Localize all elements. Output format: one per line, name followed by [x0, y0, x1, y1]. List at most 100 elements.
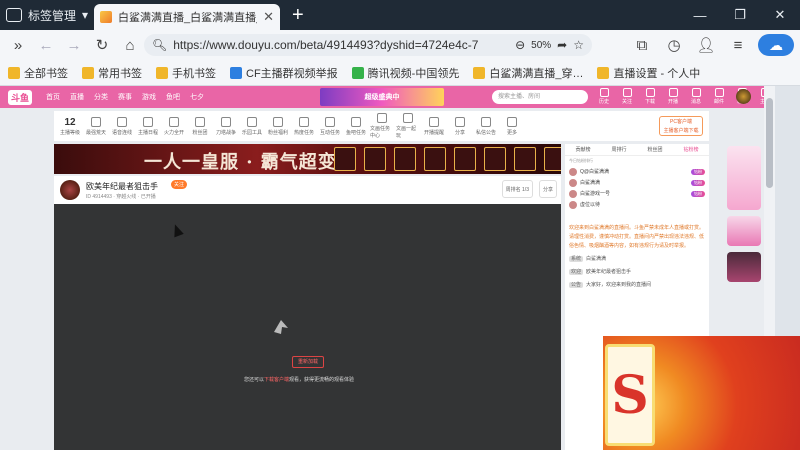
home-button[interactable]: ⌂ [118, 34, 142, 56]
rank-badge[interactable]: 周排名 1/3 [501, 180, 533, 198]
tab-title: 白鲨满满直播_白鲨满满直播_白 [118, 12, 257, 24]
browser-tab-active[interactable]: 白鲨满满直播_白鲨满满直播_白 ✕ [94, 4, 281, 30]
share-button[interactable]: 分享 [538, 180, 557, 198]
event-banner[interactable]: 一人一皇服 · 霸气超变版 [54, 144, 561, 174]
rank-row[interactable]: 虚位以待 [565, 199, 709, 210]
reload-button[interactable]: ↻ [90, 34, 114, 56]
tool-icon [273, 116, 283, 127]
anchor-tool[interactable]: 粉丝团 [188, 116, 212, 136]
close-window-icon[interactable]: ✕ [760, 0, 800, 30]
anchor-tool[interactable]: 更多 [500, 116, 524, 136]
header-promo-banner[interactable]: 超级盛典中 [320, 88, 444, 106]
header-icon-item[interactable]: 历史 [596, 88, 612, 105]
side-promo-card[interactable] [727, 146, 761, 210]
extensions-icon[interactable]: ⧉ [630, 34, 654, 56]
douyu-nav-item[interactable]: 直播 [70, 94, 84, 101]
back-button[interactable]: ← [34, 34, 58, 56]
douyu-nav-item[interactable]: 七夕 [190, 94, 204, 101]
forward-button[interactable]: → [62, 34, 86, 56]
anchor-tool[interactable]: 主播日程 [136, 116, 160, 136]
history-icon[interactable]: ◷ [662, 34, 686, 56]
video-player[interactable]: 重新加载 您还可以下载客户端观看，获得更流畅的观看体验 [54, 204, 561, 450]
expand-sidebar-icon[interactable]: » [6, 34, 30, 56]
tool-icon [91, 116, 101, 127]
bookmark-label: 白鲨满满直播_穿… [489, 67, 584, 80]
system-messages: 系统 白鲨满满 欢迎 欧美年纪最者狙击手 公告 大家好，欢迎来到我的直播间 [565, 255, 709, 290]
rank-row[interactable]: 白鲨游戏一号 钻粉 [565, 188, 709, 199]
anchor-tool[interactable]: 分享 [448, 116, 472, 136]
rank-row[interactable]: 白鲨满满 钻粉 [565, 177, 709, 188]
level-tool[interactable]: 12 主播等级 [58, 117, 82, 136]
header-icon-item[interactable]: 消息 [688, 88, 704, 105]
scrollbar-thumb[interactable] [766, 98, 773, 188]
bookmark-label: 手机书签 [172, 67, 216, 80]
chat-tab[interactable]: 粉丝团 [647, 146, 662, 153]
anchor-tool[interactable]: 刀塔战争 [214, 116, 238, 136]
close-tab-icon[interactable]: ✕ [263, 9, 274, 25]
douyu-nav-item[interactable]: 分类 [94, 94, 108, 101]
bookmark-item[interactable]: 全部书签 [8, 65, 68, 81]
header-icon-item[interactable]: 下载 [642, 88, 658, 105]
tab-group-button[interactable]: 标签管理 ▾ [0, 0, 94, 30]
anchor-tool[interactable]: 最强荒天 [84, 116, 108, 136]
header-icon-item[interactable]: 开播 [665, 88, 681, 105]
tool-icon [351, 116, 361, 127]
user-avatar[interactable] [736, 89, 751, 104]
side-promo-card[interactable] [727, 252, 761, 282]
menu-icon[interactable]: ≡ [726, 34, 750, 56]
rank-row[interactable]: Q@白鲨满满 钻粉 [565, 166, 709, 177]
bookmark-item[interactable]: 直播设置 - 个人中 [597, 65, 700, 81]
profile-icon[interactable]: 👤︎ [694, 34, 718, 56]
bookmark-item[interactable]: 腾讯视频-中国领先 [351, 65, 459, 81]
cloud-sync-icon[interactable]: ☁ [758, 34, 794, 56]
tool-label: 粉丝团 [192, 129, 208, 136]
zoom-level[interactable]: 50% [531, 40, 551, 51]
bookmark-item[interactable]: 白鲨满满直播_穿… [473, 65, 583, 81]
address-bar[interactable]: 🔍︎ https://www.douyu.com/beta/4914493?dy… [144, 34, 592, 56]
bookmark-star-icon[interactable]: ☆ [573, 38, 584, 52]
header-icon-item[interactable]: 邮件 [711, 88, 727, 105]
douyu-nav-item[interactable]: 鱼吧 [166, 94, 180, 101]
zoom-out-icon[interactable]: ⊖ [515, 38, 525, 52]
douyu-nav-item[interactable]: 首页 [46, 94, 60, 101]
douyu-nav-item[interactable]: 游戏 [142, 94, 156, 101]
anchor-tool[interactable]: 鱼吧任务 [344, 116, 368, 136]
anchor-tool[interactable]: 私信公告 [474, 116, 498, 136]
header-icon-item[interactable]: 主页 [757, 88, 764, 105]
douyu-logo[interactable]: 斗鱼 [8, 89, 33, 105]
header-tool-icon [714, 88, 724, 97]
reward-item [364, 147, 386, 171]
anchor-tool[interactable]: 乐园工具 [240, 116, 264, 136]
retry-button[interactable]: 重新加载 [292, 356, 324, 368]
anchor-tool[interactable]: 语音连线 [110, 116, 134, 136]
anchor-tool[interactable]: 粉丝福利 [266, 116, 290, 136]
room-info-bar: 欧美年纪最者狙击手 关注 ID 4914493 · 穿越火线 · 已开播 周排名… [54, 176, 561, 204]
anchor-tool[interactable]: 火力全开 [162, 116, 186, 136]
anchor-tool[interactable]: 开播提醒 [422, 116, 446, 136]
douyu-search-input[interactable]: 搜索主播、房间 [492, 90, 588, 104]
anchor-avatar[interactable] [60, 180, 80, 200]
bookmark-item[interactable]: CF主播群视频举报 [230, 65, 338, 81]
floating-video-overlay[interactable]: S [603, 336, 800, 450]
douyu-nav-item[interactable]: 赛事 [118, 94, 132, 101]
minimize-icon[interactable]: — [680, 0, 720, 30]
follow-button[interactable]: 关注 [171, 180, 188, 189]
bookmarks-bar: 全部书签 常用书签 手机书签 CF主播群视频举报 腾讯视频-中国领先 白鲨满满直播_穿… 直… [0, 60, 800, 86]
new-tab-button[interactable]: + [292, 5, 304, 25]
rank-badge: 钻粉 [691, 190, 705, 197]
anchor-tool[interactable]: 热度任务 [292, 116, 316, 136]
chat-tab[interactable]: 贡献榜 [575, 146, 590, 153]
download-client-link[interactable]: 下载客户端 [264, 377, 289, 383]
bookmark-item[interactable]: 常用书签 [82, 65, 142, 81]
bookmark-item[interactable]: 手机书签 [156, 65, 216, 81]
side-promo-card[interactable] [727, 216, 761, 246]
header-icon-item[interactable]: 关注 [619, 88, 635, 105]
chat-tab[interactable]: 周排行 [611, 146, 626, 153]
pc-client-button[interactable]: PC客户端 主播客户端下载 [659, 116, 703, 136]
anchor-tool[interactable]: 文画任务中心 [370, 113, 394, 139]
restore-icon[interactable]: ❐ [720, 0, 760, 30]
anchor-tool[interactable]: 互动任务 [318, 116, 342, 136]
share-icon[interactable]: ➦ [557, 38, 567, 52]
chat-tab[interactable]: 钻粉榜 [683, 146, 698, 153]
anchor-tool[interactable]: 文画一起玩 [396, 113, 420, 139]
